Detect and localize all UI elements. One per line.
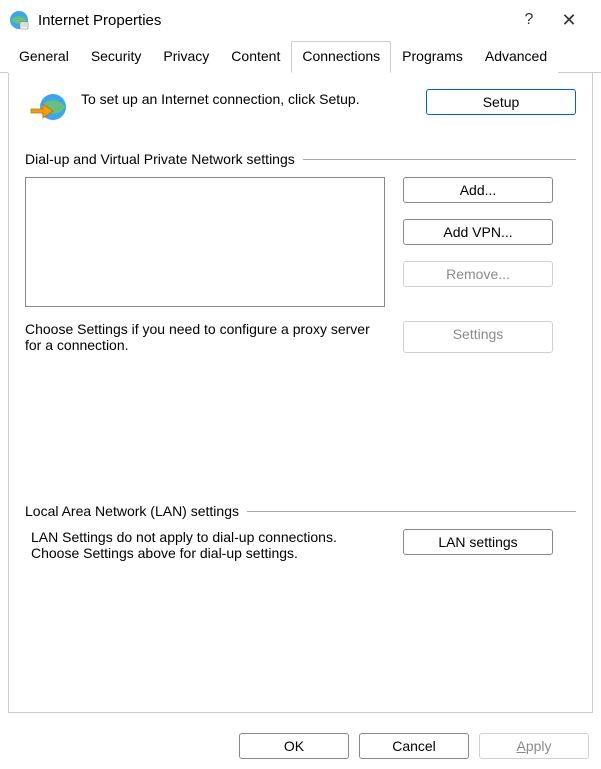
lan-settings-button[interactable]: LAN settings bbox=[403, 529, 553, 555]
tab-programs[interactable]: Programs bbox=[391, 41, 474, 73]
setup-description: To set up an Internet connection, click … bbox=[81, 89, 426, 107]
help-button[interactable]: ? bbox=[509, 11, 549, 29]
window-title: Internet Properties bbox=[38, 12, 509, 29]
tab-connections[interactable]: Connections bbox=[291, 41, 391, 73]
tabstrip: General Security Privacy Content Connect… bbox=[0, 40, 601, 73]
dialog-footer: OK Cancel Apply bbox=[239, 733, 589, 759]
divider bbox=[303, 159, 576, 160]
lan-description: LAN Settings do not apply to dial-up con… bbox=[25, 529, 385, 561]
add-vpn-button[interactable]: Add VPN... bbox=[403, 219, 553, 245]
lan-group: Local Area Network (LAN) settings LAN Se… bbox=[25, 503, 576, 561]
connection-wizard-icon bbox=[29, 89, 69, 129]
setup-button[interactable]: Setup bbox=[426, 89, 576, 115]
dialup-header: Dial-up and Virtual Private Network sett… bbox=[25, 151, 295, 167]
divider bbox=[247, 511, 576, 512]
tab-panel-connections: To set up an Internet connection, click … bbox=[8, 73, 593, 713]
tab-advanced[interactable]: Advanced bbox=[474, 41, 558, 73]
tab-general[interactable]: General bbox=[8, 41, 80, 73]
connection-settings-button: Settings bbox=[403, 321, 553, 353]
remove-button: Remove... bbox=[403, 261, 553, 287]
tab-privacy[interactable]: Privacy bbox=[152, 41, 220, 73]
titlebar: Internet Properties ? ✕ bbox=[0, 0, 601, 40]
cancel-button[interactable]: Cancel bbox=[359, 733, 469, 759]
tab-content[interactable]: Content bbox=[220, 41, 291, 73]
tab-security[interactable]: Security bbox=[80, 41, 153, 73]
proxy-description: Choose Settings if you need to configure… bbox=[25, 321, 385, 353]
apply-button: Apply bbox=[479, 733, 589, 759]
close-button[interactable]: ✕ bbox=[549, 10, 589, 31]
setup-section: To set up an Internet connection, click … bbox=[25, 89, 576, 129]
internet-options-icon bbox=[8, 9, 30, 31]
lan-header: Local Area Network (LAN) settings bbox=[25, 503, 239, 519]
connections-listbox[interactable] bbox=[25, 177, 385, 307]
add-button[interactable]: Add... bbox=[403, 177, 553, 203]
ok-button[interactable]: OK bbox=[239, 733, 349, 759]
dialup-group: Dial-up and Virtual Private Network sett… bbox=[25, 151, 576, 353]
